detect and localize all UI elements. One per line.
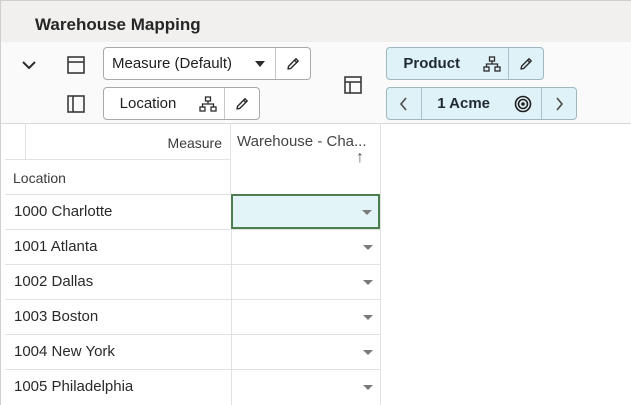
pencil-icon (287, 57, 299, 70)
dropdown-arrow-icon[interactable] (363, 315, 373, 320)
next-page-button[interactable] (542, 88, 576, 119)
pencil-icon (235, 97, 248, 110)
chevron-right-icon (556, 96, 564, 111)
hierarchy-icon[interactable] (476, 48, 508, 79)
gridline (5, 159, 231, 160)
dropdown-arrow-icon[interactable] (363, 280, 373, 285)
warehouse-select-cell[interactable] (231, 230, 381, 265)
edit-measure-button[interactable] (276, 48, 310, 79)
location-chip-label-area[interactable]: Location (104, 88, 192, 119)
corner-measure-label: Measure (167, 135, 222, 151)
table-row: 1005 Philadelphia (5, 369, 381, 405)
page-value: 1 Acme (437, 95, 491, 112)
target-icon[interactable] (505, 88, 541, 119)
gridline (230, 124, 231, 194)
corner-location-label: Location (13, 170, 66, 186)
hierarchy-icon[interactable] (192, 88, 224, 119)
edit-product-button[interactable] (509, 48, 543, 79)
dropdown-arrow-icon (255, 60, 266, 67)
edit-location-button[interactable] (225, 88, 258, 119)
layout-rows-icon[interactable] (64, 53, 88, 77)
warehouse-select-cell[interactable] (231, 194, 380, 229)
table-row: 1004 New York (5, 334, 381, 370)
location-dimension-chip[interactable]: Location (103, 87, 260, 120)
column-header-warehouse[interactable]: Warehouse - Cha... (237, 133, 367, 150)
layout-columns-icon[interactable] (64, 92, 88, 116)
measure-select-value: Measure (Default) (112, 55, 233, 72)
warehouse-select-cell[interactable] (231, 300, 381, 335)
data-grid: Measure Location Warehouse - Cha... ↑ 10… (1, 124, 381, 405)
page-value-field[interactable]: 1 Acme (422, 88, 506, 119)
measure-select-field[interactable]: Measure (Default) (104, 48, 275, 79)
dropdown-arrow-icon[interactable] (363, 245, 373, 250)
pencil-icon (520, 57, 533, 70)
gridline (25, 124, 26, 159)
product-chip-label: Product (403, 55, 461, 72)
warehouse-select-cell[interactable] (231, 335, 381, 370)
collapse-chevron-icon[interactable] (18, 54, 40, 76)
table-row: 1000 Charlotte (5, 194, 381, 229)
table-row: 1003 Boston (5, 299, 381, 335)
warehouse-select-cell[interactable] (231, 370, 381, 405)
row-label: 1001 Atlanta (14, 238, 98, 255)
table-row: 1001 Atlanta (5, 229, 381, 265)
title-bar: Warehouse Mapping (1, 1, 631, 42)
measure-select[interactable]: Measure (Default) (103, 47, 311, 80)
row-label: 1004 New York (14, 343, 115, 360)
page-title: Warehouse Mapping (35, 15, 201, 34)
product-chip-label-area[interactable]: Product (387, 48, 476, 79)
dropdown-arrow-icon[interactable] (363, 350, 373, 355)
chevron-left-icon (399, 96, 407, 111)
dropdown-arrow-icon[interactable] (363, 385, 373, 390)
pivot-icon[interactable] (341, 73, 365, 97)
sort-ascending-icon[interactable]: ↑ (356, 149, 364, 167)
page-navigator[interactable]: 1 Acme (386, 87, 577, 120)
row-label: 1002 Dallas (14, 273, 94, 290)
row-label: 1005 Philadelphia (14, 378, 134, 395)
previous-page-button[interactable] (387, 88, 421, 119)
location-chip-label: Location (119, 95, 177, 112)
table-row: 1002 Dallas (5, 264, 381, 300)
dropdown-arrow-icon[interactable] (362, 210, 372, 215)
row-label: 1000 Charlotte (14, 203, 113, 220)
product-dimension-chip[interactable]: Product (386, 47, 544, 80)
row-label: 1003 Boston (14, 308, 99, 325)
warehouse-select-cell[interactable] (231, 265, 381, 300)
